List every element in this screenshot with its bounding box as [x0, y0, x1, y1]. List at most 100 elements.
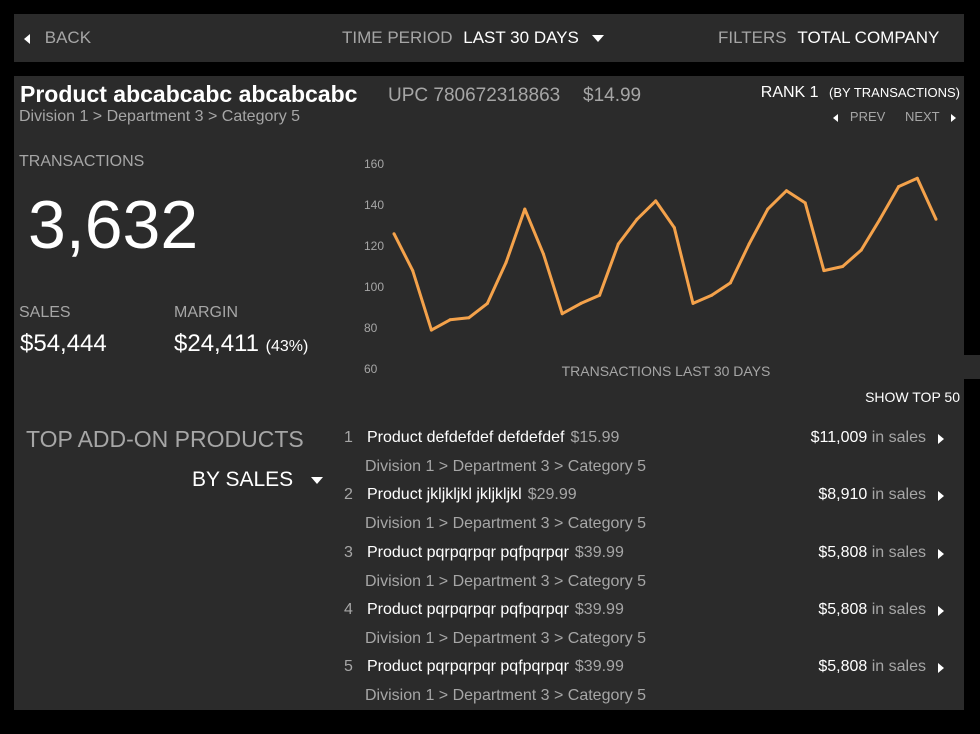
item-price: $29.99 — [527, 486, 577, 504]
sort-by-dropdown[interactable]: BY SALES — [192, 468, 324, 492]
data-point — [560, 312, 564, 316]
data-point — [598, 293, 602, 297]
prev-label: PREV — [849, 109, 886, 124]
caret-down-icon — [311, 476, 324, 484]
item-price: $39.99 — [574, 658, 624, 676]
list-item[interactable]: 1 Product defdefdef defdefdef $15.99 Divisi… — [344, 429, 954, 485]
data-point — [747, 242, 751, 246]
time-period-label: TIME PERIOD — [342, 28, 453, 47]
list-item[interactable]: 5 Product pqrpqrpqr pqfpqrpqr $39.99 Divisi… — [344, 658, 954, 710]
chevron-right-icon[interactable] — [938, 434, 944, 444]
item-breadcrumb: Division 1 > Department 3 > Category 5 — [365, 458, 647, 475]
item-sales: $5,808 in sales — [818, 658, 926, 676]
item-price: $15.99 — [570, 429, 620, 446]
item-sales-suffix: in sales — [871, 543, 926, 561]
rank-basis: (BY TRANSACTIONS) — [829, 85, 960, 100]
data-point — [710, 293, 714, 297]
item-sales-suffix: in sales — [871, 429, 926, 446]
item-breadcrumb: Division 1 > Department 3 > Category 5 — [365, 572, 647, 590]
filters-label: FILTERS — [718, 28, 787, 47]
item-name: Product pqrpqrpqr pqfpqrpqr — [367, 543, 569, 561]
data-point — [448, 318, 452, 322]
item-breadcrumb: Division 1 > Department 3 > Category 5 — [365, 515, 647, 533]
transactions-series-line — [392, 176, 938, 332]
product-price: $14.99 — [583, 85, 642, 106]
data-point — [803, 201, 807, 205]
chevron-right-icon[interactable] — [938, 491, 944, 502]
next-button[interactable]: NEXT — [905, 109, 956, 124]
product-name: Product abcabcabc abcabcabc — [20, 81, 358, 107]
item-name-line: Product defdefdef defdefdef $15.99 — [367, 429, 619, 447]
sort-by-label: BY SALES — [192, 468, 294, 491]
y-tick-label: 100 — [364, 280, 384, 294]
list-item[interactable]: 2 Product jkljkljkl jkljkljkl $29.99 Divisi… — [344, 486, 954, 542]
item-name-line: Product pqrpqrpqr pqfpqrpqr $39.99 — [367, 601, 624, 619]
y-tick-label: 80 — [364, 321, 378, 335]
data-point — [467, 316, 471, 320]
data-point — [822, 269, 826, 273]
data-point — [785, 189, 788, 193]
time-period-value: LAST 30 DAYS — [463, 28, 579, 47]
data-point — [579, 301, 583, 305]
margin-percent: (43%) — [265, 338, 309, 355]
chevron-right-icon — [951, 113, 956, 122]
item-sales-suffix: in sales — [871, 600, 926, 618]
item-price: $39.99 — [574, 600, 624, 618]
item-sales-value: $8,910 — [818, 486, 868, 504]
data-point — [859, 248, 863, 252]
chevron-left-icon — [833, 113, 839, 122]
rank-pager: PREV NEXT — [833, 109, 956, 124]
data-point — [672, 226, 676, 230]
item-rank: 5 — [344, 658, 353, 676]
chevron-left-icon — [24, 33, 30, 44]
chevron-right-icon[interactable] — [938, 548, 944, 559]
list-item[interactable]: 3 Product pqrpqrpqr pqfpqrpqr $39.99 Divisi… — [344, 544, 954, 600]
chevron-right-icon[interactable] — [938, 663, 944, 674]
chevron-right-icon[interactable] — [938, 605, 944, 616]
item-sales-value: $11,009 — [810, 429, 868, 446]
sales-label: SALES — [19, 304, 71, 321]
top-bar: BACK TIME PERIOD LAST 30 DAYS FILTERS TO… — [14, 14, 964, 91]
item-price: $39.99 — [574, 543, 624, 561]
data-point — [766, 207, 770, 211]
item-sales: $5,808 in sales — [818, 601, 926, 619]
data-point — [616, 242, 620, 246]
transactions-value: 3,632 — [28, 187, 199, 263]
list-item[interactable]: 4 Product pqrpqrpqr pqfpqrpqr $39.99 Divisi… — [344, 601, 954, 657]
product-upc: UPC 780672318863 — [388, 85, 561, 106]
item-name-line: Product jkljkljkl jkljkljkl $29.99 — [367, 486, 577, 504]
data-point — [523, 207, 527, 211]
data-point — [654, 199, 658, 203]
filters-value: TOTAL COMPANY — [797, 28, 940, 47]
next-label: NEXT — [904, 109, 940, 124]
product-breadcrumb: Division 1 > Department 3 > Category 5 — [19, 108, 301, 125]
margin-label: MARGIN — [174, 304, 238, 321]
y-tick-label: 140 — [364, 198, 384, 212]
show-top-50-link[interactable]: SHOW TOP 50 — [865, 389, 960, 405]
data-point — [392, 232, 396, 236]
item-name-line: Product pqrpqrpqr pqfpqrpqr $39.99 — [367, 658, 624, 676]
item-sales-suffix: in sales — [871, 658, 926, 676]
item-breadcrumb: Division 1 > Department 3 > Category 5 — [365, 687, 647, 705]
item-sales: $8,910 in sales — [818, 486, 926, 504]
item-name: Product pqrpqrpqr pqfpqrpqr — [367, 600, 569, 618]
item-sales: $11,009 in sales — [811, 429, 926, 447]
transactions-label: TRANSACTIONS — [19, 153, 145, 170]
data-point — [878, 217, 882, 221]
rank-display: RANK 1 (BY TRANSACTIONS) — [761, 84, 960, 102]
data-point — [504, 260, 508, 264]
filters-selector[interactable]: FILTERS TOTAL COMPANY — [718, 14, 964, 91]
caret-down-icon — [591, 35, 604, 43]
back-button[interactable]: BACK — [24, 14, 91, 62]
item-sales: $5,808 in sales — [818, 544, 926, 562]
margin-display: $24,411 (43%) — [174, 330, 308, 358]
data-point — [485, 301, 489, 305]
panel-edge — [963, 355, 980, 379]
data-point — [635, 217, 639, 221]
data-point — [934, 217, 938, 221]
item-name: Product defdefdef defdefdef — [367, 429, 565, 446]
addons-title: TOP ADD-ON PRODUCTS — [26, 426, 304, 452]
item-name: Product pqrpqrpqr pqfpqrpqr — [367, 658, 569, 676]
prev-button[interactable]: PREV — [833, 109, 889, 124]
time-period-selector[interactable]: TIME PERIOD LAST 30 DAYS — [342, 14, 604, 62]
